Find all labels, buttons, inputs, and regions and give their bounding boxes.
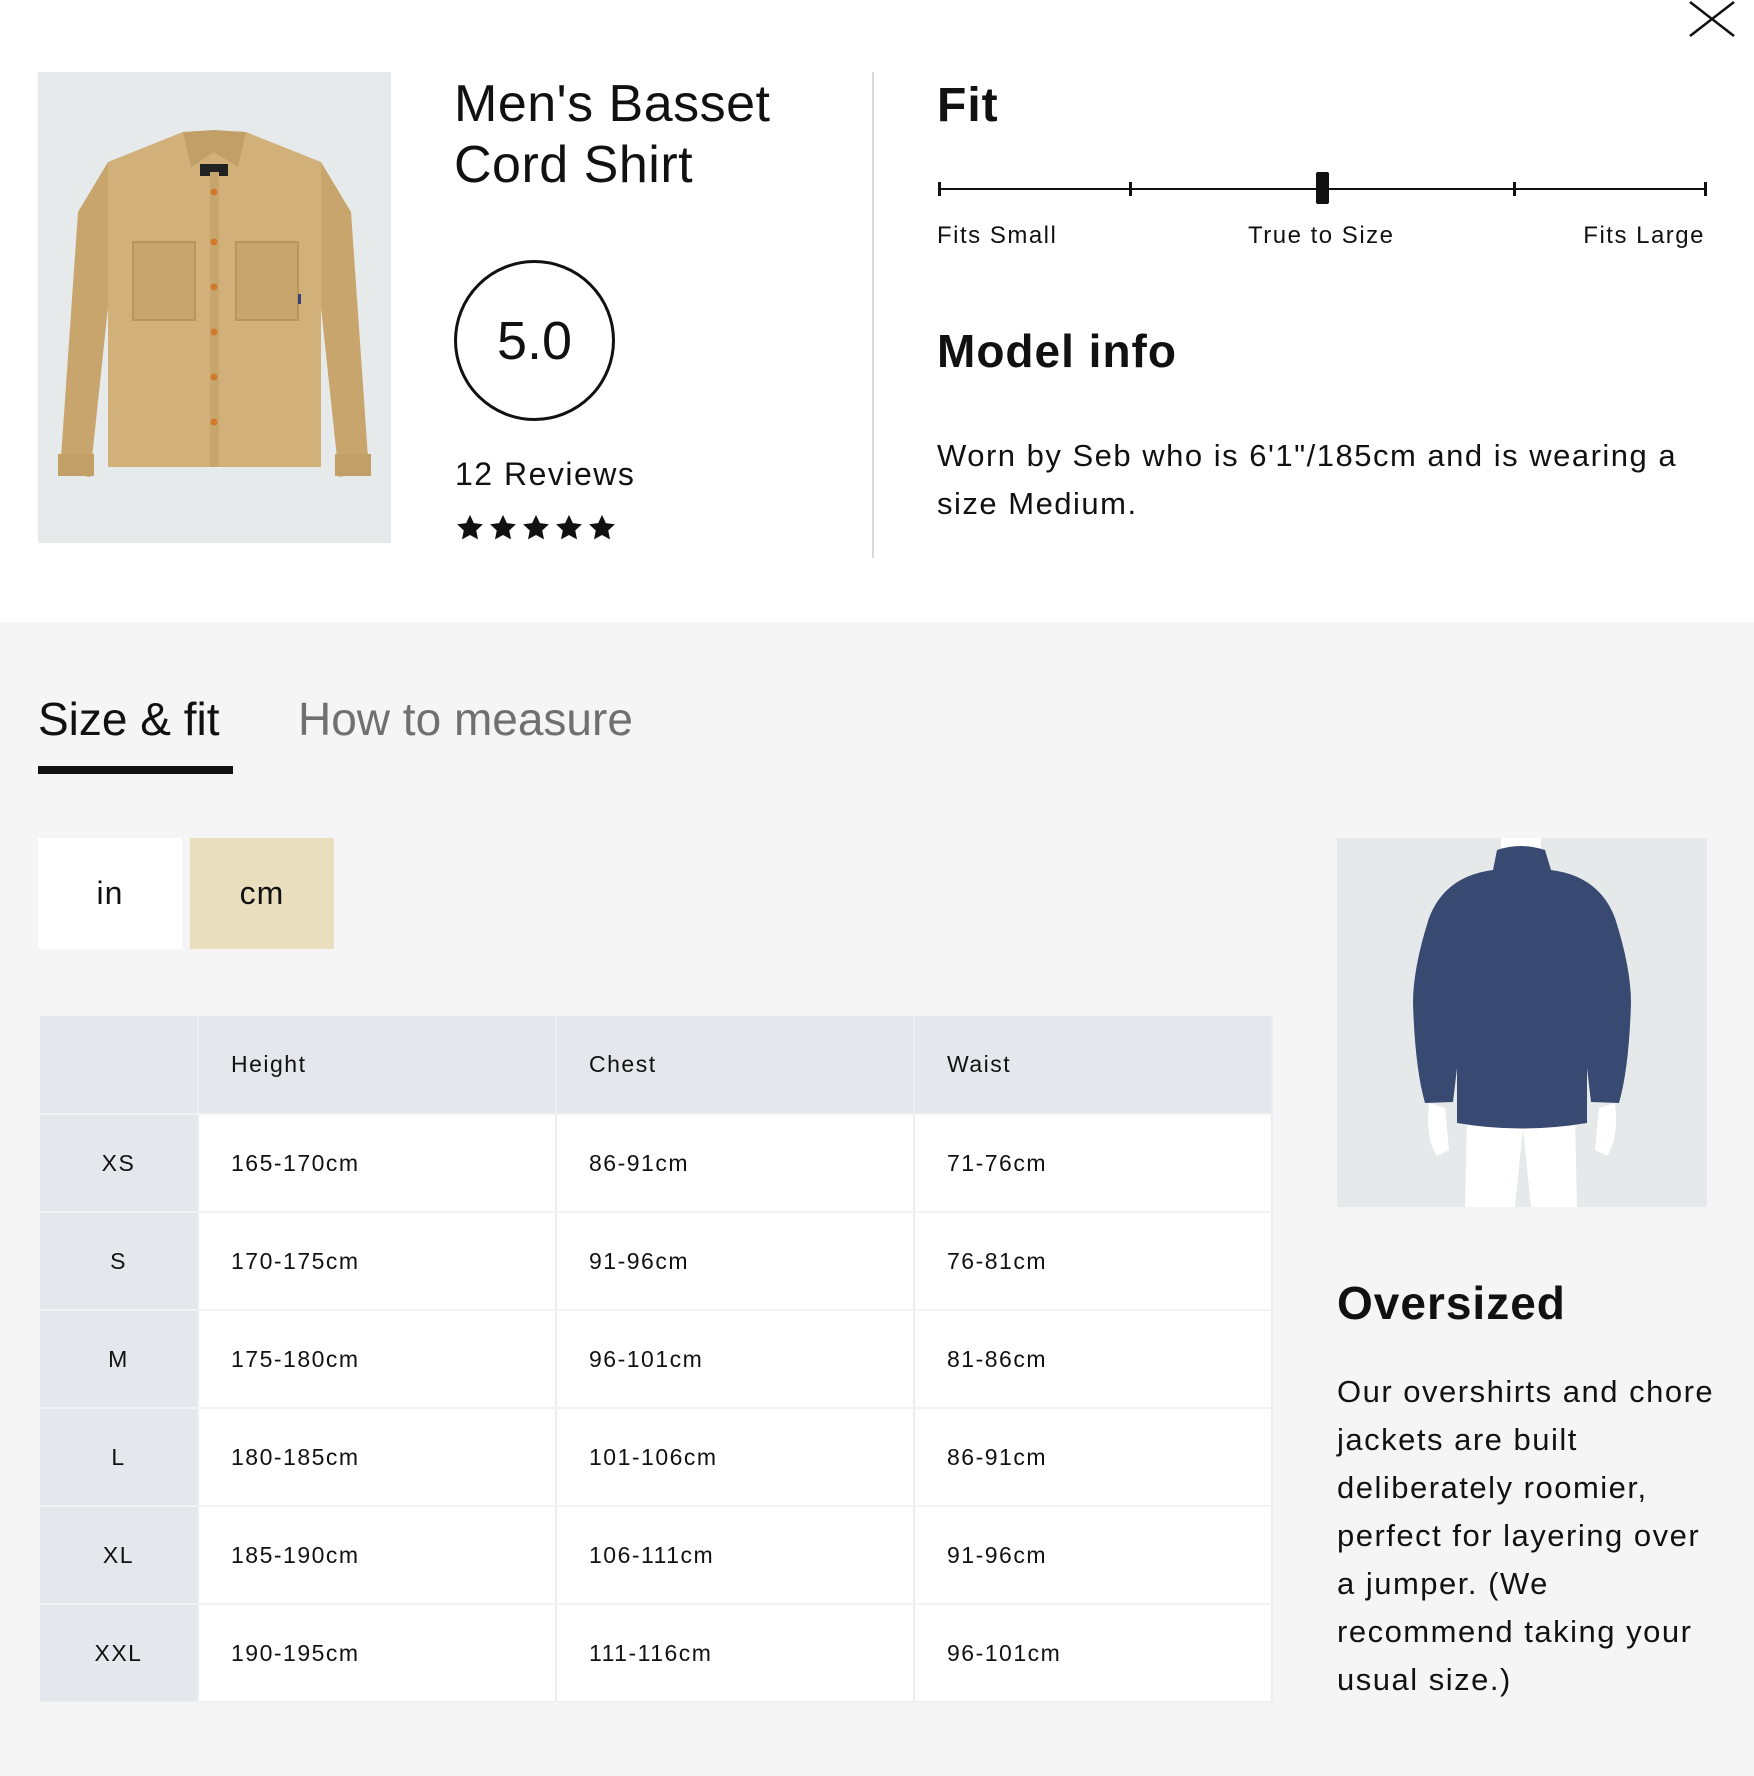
model-info-heading: Model info (937, 325, 1177, 377)
unit-inches-button[interactable]: in (38, 838, 182, 949)
height-cell: 165-170cm (198, 1114, 557, 1213)
fit-label-small: Fits Small (937, 222, 1058, 249)
close-button[interactable] (1688, 0, 1738, 38)
chest-cell: 106-111cm (556, 1506, 915, 1605)
waist-cell: 91-96cm (914, 1506, 1273, 1605)
waist-cell: 96-101cm (914, 1604, 1273, 1703)
oversized-silhouette (1413, 838, 1631, 1207)
fit-type-title: Oversized (1337, 1277, 1566, 1329)
star-icon (490, 514, 516, 540)
fit-scale-tick (1513, 182, 1516, 196)
waist-cell: 86-91cm (914, 1408, 1273, 1507)
fit-scale (937, 170, 1707, 210)
height-cell: 170-175cm (198, 1212, 557, 1311)
unit-cm-button[interactable]: cm (190, 838, 334, 949)
reviews-count[interactable]: 12 Reviews (455, 456, 635, 493)
star-icon (523, 514, 549, 540)
product-title-line-2: Cord Shirt (454, 136, 694, 194)
tab-size-and-fit[interactable]: Size & fit (38, 692, 220, 746)
active-tab-indicator (38, 766, 233, 774)
height-cell: 185-190cm (198, 1506, 557, 1605)
product-image (38, 72, 391, 543)
chest-cell: 86-91cm (556, 1114, 915, 1213)
waist-cell: 71-76cm (914, 1114, 1273, 1213)
fit-heading: Fit (937, 79, 999, 132)
star-icon (457, 514, 483, 540)
vertical-divider (872, 72, 874, 558)
product-title: Men's Basset Cord Shirt (454, 74, 834, 196)
fit-scale-tick (1704, 182, 1707, 196)
chest-cell: 111-116cm (556, 1604, 915, 1703)
height-cell: 175-180cm (198, 1310, 557, 1409)
rating-value: 5.0 (496, 310, 573, 371)
fit-type-illustration (1337, 838, 1707, 1207)
fit-type-description: Our overshirts and chore jackets are bui… (1337, 1374, 1715, 1697)
size-cell: M (40, 1310, 199, 1409)
chest-cell: 96-101cm (556, 1310, 915, 1409)
chest-cell: 91-96cm (556, 1212, 915, 1311)
table-row: XL 185-190cm 106-111cm 91-96cm (40, 1506, 1273, 1605)
table-row: M 175-180cm 96-101cm 81-86cm (40, 1310, 1273, 1409)
star-rating (455, 513, 617, 543)
fit-scale-tick (938, 182, 941, 196)
model-info-text: Worn by Seb who is 6'1"/185cm and is wea… (937, 438, 1678, 521)
height-cell: 190-195cm (198, 1604, 557, 1703)
size-chart-table: Height Chest Waist XS 165-170cm 86-91cm … (40, 1016, 1273, 1703)
table-header-row: Height Chest Waist (40, 1016, 1273, 1115)
fit-scale-tick (1129, 182, 1132, 196)
chest-cell: 101-106cm (556, 1408, 915, 1507)
tab-how-to-measure[interactable]: How to measure (298, 692, 633, 746)
fit-label-large: Fits Large (1583, 222, 1705, 249)
star-icon (589, 514, 615, 540)
table-row: XS 165-170cm 86-91cm 71-76cm (40, 1114, 1273, 1213)
header-waist: Waist (914, 1016, 1273, 1115)
size-cell: S (40, 1212, 199, 1311)
waist-cell: 76-81cm (914, 1212, 1273, 1311)
fit-scale-labels: Fits Small True to Size Fits Large (937, 222, 1707, 252)
fit-label-true: True to Size (1248, 222, 1395, 249)
header-chest: Chest (556, 1016, 915, 1115)
rating-score: 5.0 (454, 260, 615, 421)
product-title-line-1: Men's Basset (454, 75, 771, 133)
waist-cell: 81-86cm (914, 1310, 1273, 1409)
fit-scale-marker (1315, 172, 1329, 204)
header-size (40, 1016, 199, 1115)
shirt-image (58, 130, 371, 477)
size-cell: XL (40, 1506, 199, 1605)
size-cell: L (40, 1408, 199, 1507)
table-row: S 170-175cm 91-96cm 76-81cm (40, 1212, 1273, 1311)
close-icon (1689, 1, 1735, 37)
table-row: L 180-185cm 101-106cm 86-91cm (40, 1408, 1273, 1507)
star-icon (556, 514, 582, 540)
size-cell: XXL (40, 1604, 199, 1703)
header-height: Height (198, 1016, 557, 1115)
table-row: XXL 190-195cm 111-116cm 96-101cm (40, 1604, 1273, 1703)
height-cell: 180-185cm (198, 1408, 557, 1507)
size-cell: XS (40, 1114, 199, 1213)
